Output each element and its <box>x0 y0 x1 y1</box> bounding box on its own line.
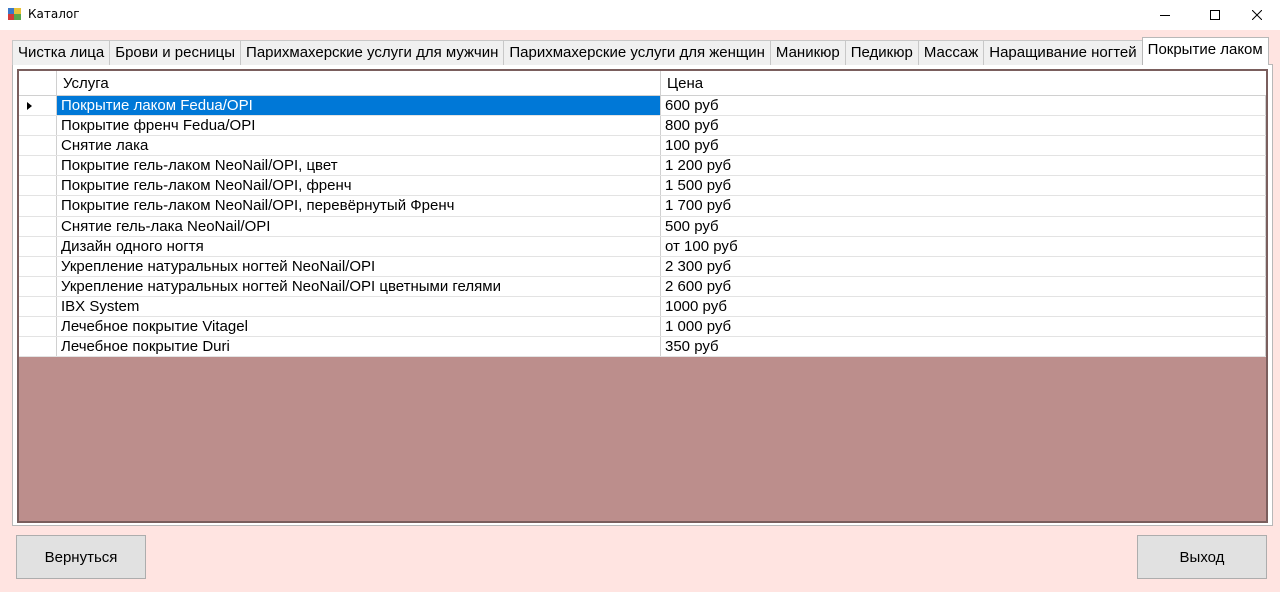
table-row[interactable]: Укрепление натуральных ногтей NeoNail/OP… <box>19 256 1266 277</box>
service-cell[interactable]: Покрытие гель-лаком NeoNail/OPI, френч <box>57 176 661 196</box>
window-title: Каталог <box>28 7 80 21</box>
tab-3[interactable]: Парихмахерские услуги для мужчин <box>240 40 505 65</box>
price-cell[interactable]: 100 руб <box>661 136 1266 156</box>
tab-8[interactable]: Наращивание ногтей <box>983 40 1143 65</box>
row-header[interactable] <box>19 337 57 357</box>
maximize-icon <box>1210 10 1220 20</box>
service-cell[interactable]: Покрытие гель-лаком NeoNail/OPI, перевёр… <box>57 196 661 216</box>
maximize-button[interactable] <box>1192 0 1238 30</box>
service-cell[interactable]: Лечебное покрытие Vitagel <box>57 317 661 337</box>
grid-rows: Покрытие лаком Fedua/OPI 600 руб Покрытие … <box>19 96 1266 358</box>
price-cell[interactable]: от 100 руб <box>661 236 1266 256</box>
price-cell[interactable]: 1 700 руб <box>661 196 1266 216</box>
price-cell[interactable]: 600 руб <box>661 96 1266 116</box>
title-bar: Каталог <box>0 0 1280 30</box>
table-row[interactable]: Снятие гель-лака NeoNail/OPI 500 руб <box>19 216 1266 237</box>
close-button[interactable] <box>1234 0 1280 30</box>
services-grid[interactable]: Услуга Цена Покрытие лаком Fedua/OPI 600 … <box>17 69 1268 523</box>
table-row[interactable]: Покрытие френч Fedua/OPI 800 руб <box>19 116 1266 137</box>
row-header[interactable] <box>19 136 57 156</box>
table-row[interactable]: Покрытие лаком Fedua/OPI 600 руб <box>19 96 1266 117</box>
row-header[interactable] <box>19 216 57 236</box>
service-cell[interactable]: Снятие лака <box>57 136 661 156</box>
table-row[interactable]: Дизайн одного ногтя от 100 руб <box>19 236 1266 257</box>
close-icon <box>1252 10 1262 20</box>
back-button[interactable]: Вернуться <box>16 535 146 579</box>
tab-strip: Чистка лица Брови и ресницы Парихмахерские… <box>12 37 1269 65</box>
table-row[interactable]: Лечебное покрытие Vitagel 1 000 руб <box>19 317 1266 338</box>
app-icon <box>8 8 21 20</box>
price-cell[interactable]: 800 руб <box>661 116 1266 136</box>
tab-4[interactable]: Парихмахерские услуги для женщин <box>503 40 771 65</box>
service-cell[interactable]: Покрытие лаком Fedua/OPI <box>57 96 661 116</box>
service-cell[interactable]: Покрытие френч Fedua/OPI <box>57 116 661 136</box>
price-cell[interactable]: 500 руб <box>661 216 1266 236</box>
service-cell[interactable]: Покрытие гель-лаком NeoNail/OPI, цвет <box>57 156 661 176</box>
row-header[interactable] <box>19 276 57 296</box>
row-header-corner[interactable] <box>19 71 57 96</box>
price-cell[interactable]: 1 200 руб <box>661 156 1266 176</box>
current-row-arrow-icon <box>27 102 32 110</box>
table-row[interactable]: Укрепление натуральных ногтей NeoNail/OP… <box>19 276 1266 297</box>
row-header[interactable] <box>19 317 57 337</box>
tab-2[interactable]: Брови и ресницы <box>109 40 242 65</box>
price-cell[interactable]: 1000 руб <box>661 296 1266 317</box>
minimize-button[interactable] <box>1142 0 1188 30</box>
row-header[interactable] <box>19 176 57 196</box>
row-header[interactable] <box>19 196 57 216</box>
price-cell[interactable]: 1 000 руб <box>661 317 1266 337</box>
exit-button[interactable]: Выход <box>1137 535 1267 579</box>
table-row[interactable]: Покрытие гель-лаком NeoNail/OPI, цвет 1 2… <box>19 156 1266 177</box>
tab-1[interactable]: Чистка лица <box>12 40 111 65</box>
column-header-service[interactable]: Услуга <box>57 71 661 96</box>
service-cell[interactable]: IBX System <box>57 296 661 317</box>
table-row[interactable]: Лечебное покрытие Duri 350 руб <box>19 337 1266 358</box>
price-cell[interactable]: 1 500 руб <box>661 176 1266 196</box>
row-header[interactable] <box>19 96 57 116</box>
tab-6[interactable]: Педикюр <box>844 40 919 65</box>
row-header[interactable] <box>19 296 57 317</box>
service-cell[interactable]: Лечебное покрытие Duri <box>57 337 661 357</box>
row-header[interactable] <box>19 236 57 256</box>
row-header[interactable] <box>19 156 57 176</box>
service-cell[interactable]: Укрепление натуральных ногтей NeoNail/OP… <box>57 276 661 296</box>
table-row[interactable]: IBX System 1000 руб <box>19 296 1266 318</box>
table-row[interactable]: Покрытие гель-лаком NeoNail/OPI, перевёр… <box>19 196 1266 217</box>
table-row[interactable]: Снятие лака 100 руб <box>19 136 1266 157</box>
service-cell[interactable]: Снятие гель-лака NeoNail/OPI <box>57 216 661 236</box>
tab-7[interactable]: Массаж <box>917 40 985 65</box>
price-cell[interactable]: 2 600 руб <box>661 276 1266 296</box>
tab-5[interactable]: Маникюр <box>769 40 846 65</box>
service-cell[interactable]: Дизайн одного ногтя <box>57 236 661 256</box>
table-row[interactable]: Покрытие гель-лаком NeoNail/OPI, френч 1 … <box>19 176 1266 197</box>
row-header[interactable] <box>19 116 57 136</box>
price-cell[interactable]: 2 300 руб <box>661 256 1266 276</box>
service-cell[interactable]: Укрепление натуральных ногтей NeoNail/OP… <box>57 256 661 276</box>
price-cell[interactable]: 350 руб <box>661 337 1266 357</box>
grid-header: Услуга Цена <box>19 71 1266 96</box>
minimize-icon <box>1160 15 1170 16</box>
column-header-price[interactable]: Цена <box>661 71 1266 96</box>
tab-9[interactable]: Покрытие лаком <box>1141 37 1269 65</box>
row-header[interactable] <box>19 256 57 276</box>
